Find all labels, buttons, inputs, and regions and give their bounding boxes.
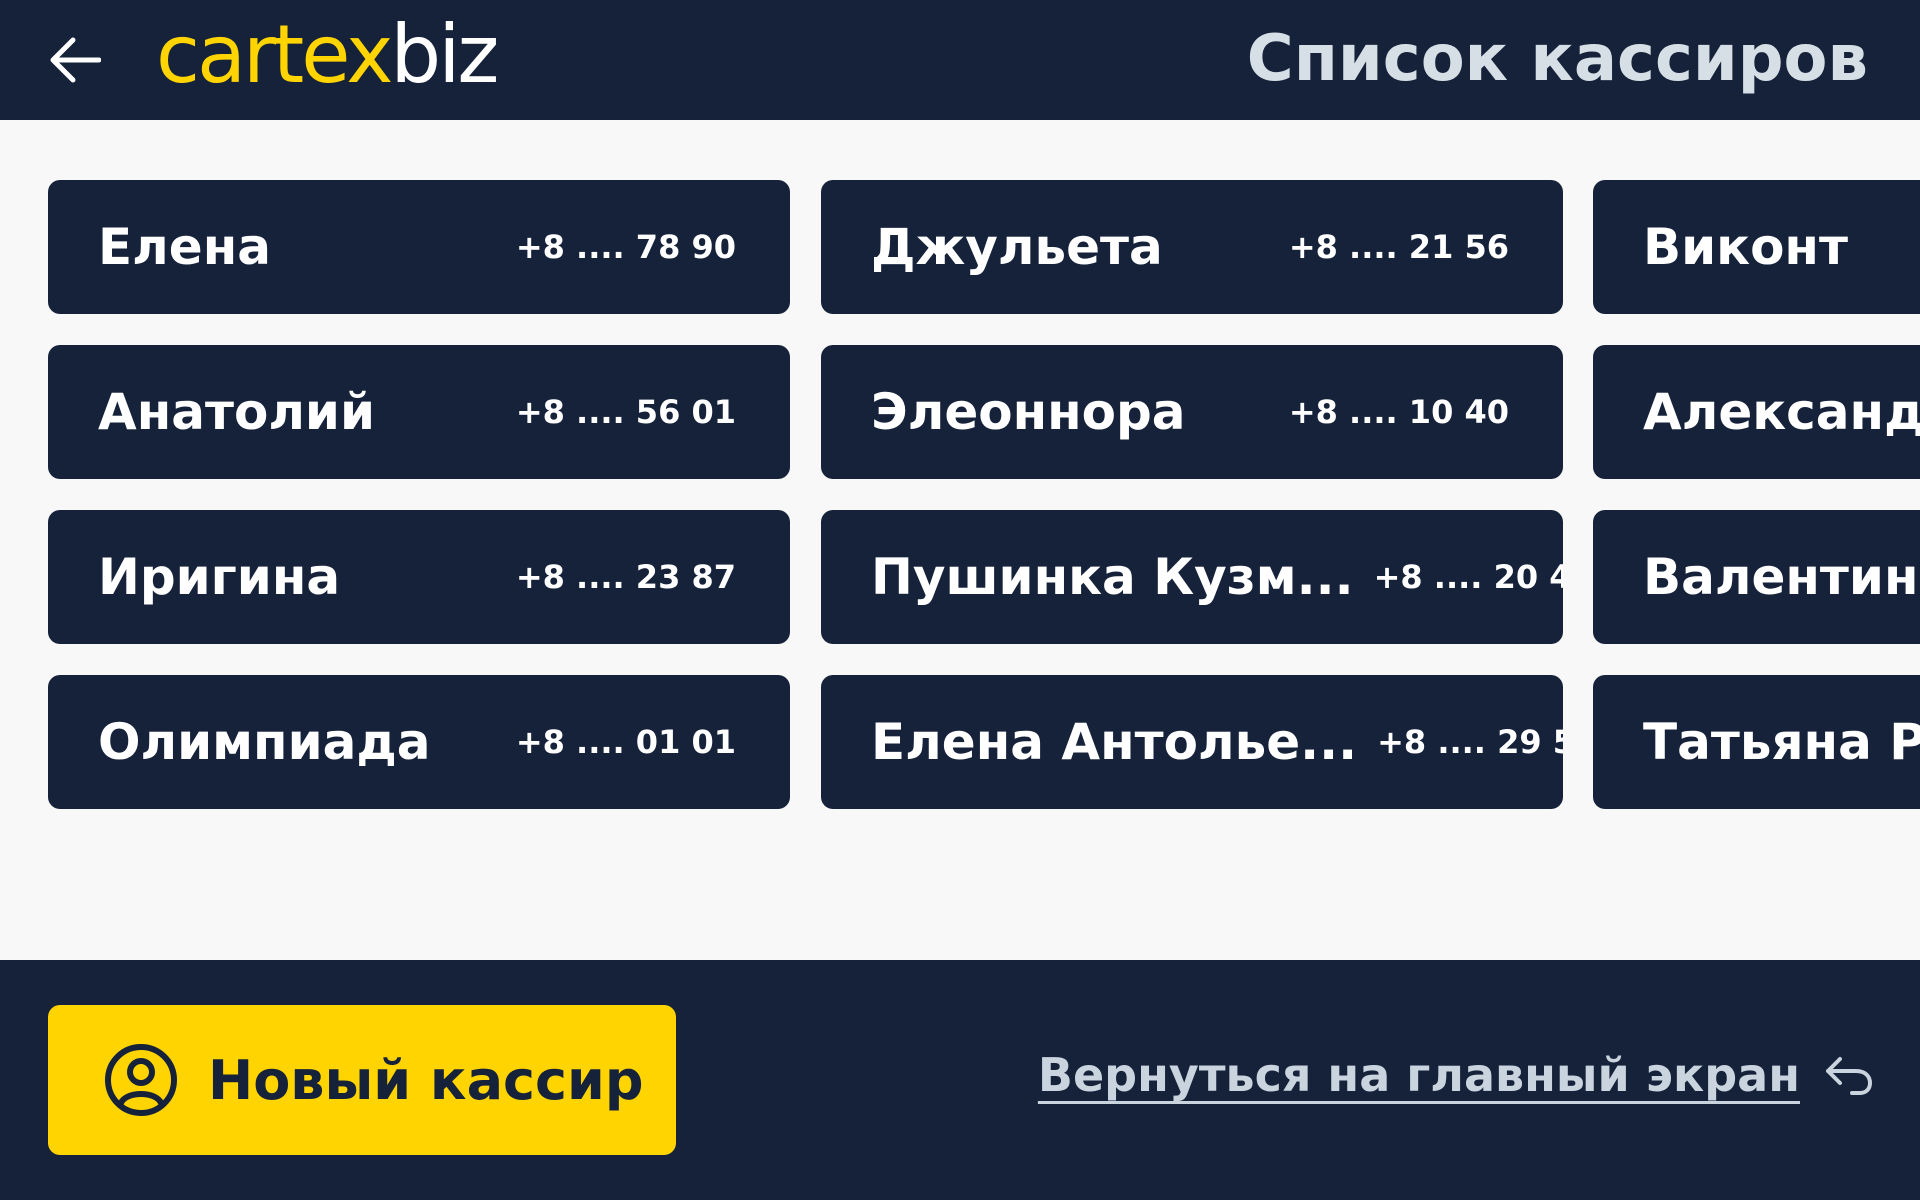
- page-title: Список кассиров: [1246, 22, 1868, 96]
- cartexbiz-logo: cartexbiz: [156, 8, 499, 101]
- top-bar: cartexbiz Список кассиров: [0, 0, 1920, 120]
- cashier-card[interactable]: Анатолий +8 .... 56 01: [48, 345, 790, 479]
- cashier-name: Иригина: [98, 548, 341, 606]
- cashier-card[interactable]: Олимпиада +8 .... 01 01: [48, 675, 790, 809]
- cashier-phone: +8 .... 01 01: [515, 723, 736, 761]
- cashier-card[interactable]: Пушинка Кузм... +8 .... 20 49: [821, 510, 1563, 644]
- arrow-left-icon: [50, 37, 101, 83]
- cashier-phone: +8 .... 10 40: [1288, 393, 1509, 431]
- cashier-card[interactable]: Александра: [1593, 345, 1920, 479]
- cashier-name: Татьяна Р.: [1643, 713, 1920, 771]
- cashier-card[interactable]: Джульета +8 .... 21 56: [821, 180, 1563, 314]
- cashier-name: Елена Антолье...: [871, 713, 1358, 771]
- cashier-card[interactable]: Татьяна Р.: [1593, 675, 1920, 809]
- cashier-name: Пушинка Кузм...: [871, 548, 1354, 606]
- cashier-phone: +8 .... 29 51: [1377, 723, 1563, 761]
- cashier-card[interactable]: Елена +8 .... 78 90: [48, 180, 790, 314]
- cashier-phone: +8 .... 21 56: [1288, 228, 1509, 266]
- cashier-phone: +8 .... 56 01: [515, 393, 736, 431]
- new-cashier-button[interactable]: Новый кассир: [48, 1005, 676, 1155]
- cashier-card[interactable]: Елена Антолье... +8 .... 29 51: [821, 675, 1563, 809]
- cashier-grid: Елена +8 .... 78 90 Анатолий +8 .... 56 01 И…: [0, 120, 1920, 960]
- cashier-name: Валентина: [1643, 548, 1920, 606]
- cashier-card[interactable]: Виконт: [1593, 180, 1920, 314]
- cashier-phone: +8 .... 20 49: [1373, 558, 1563, 596]
- cashier-name: Анатолий: [98, 383, 376, 441]
- cashier-name: Елена: [98, 218, 271, 276]
- back-button[interactable]: [44, 32, 106, 88]
- cashier-name: Александра: [1643, 383, 1920, 441]
- return-home-label: Вернуться на главный экран: [1037, 1048, 1800, 1102]
- cashier-phone: +8 .... 23 87: [515, 558, 736, 596]
- cashier-name: Олимпиада: [98, 713, 431, 771]
- cashier-name: Элеоннора: [871, 383, 1186, 441]
- cashier-card[interactable]: Элеоннора +8 .... 10 40: [821, 345, 1563, 479]
- return-arrow-icon: [1822, 1053, 1874, 1097]
- return-home-link[interactable]: Вернуться на главный экран: [1038, 1040, 1874, 1110]
- cashier-card[interactable]: Валентина: [1593, 510, 1920, 644]
- cashier-name: Виконт: [1643, 218, 1848, 276]
- new-cashier-label: Новый кассир: [208, 1048, 644, 1112]
- user-circle-icon: [105, 1044, 177, 1116]
- cashier-name: Джульета: [871, 218, 1163, 276]
- cashier-phone: +8 .... 78 90: [515, 228, 736, 266]
- cashier-card[interactable]: Иригина +8 .... 23 87: [48, 510, 790, 644]
